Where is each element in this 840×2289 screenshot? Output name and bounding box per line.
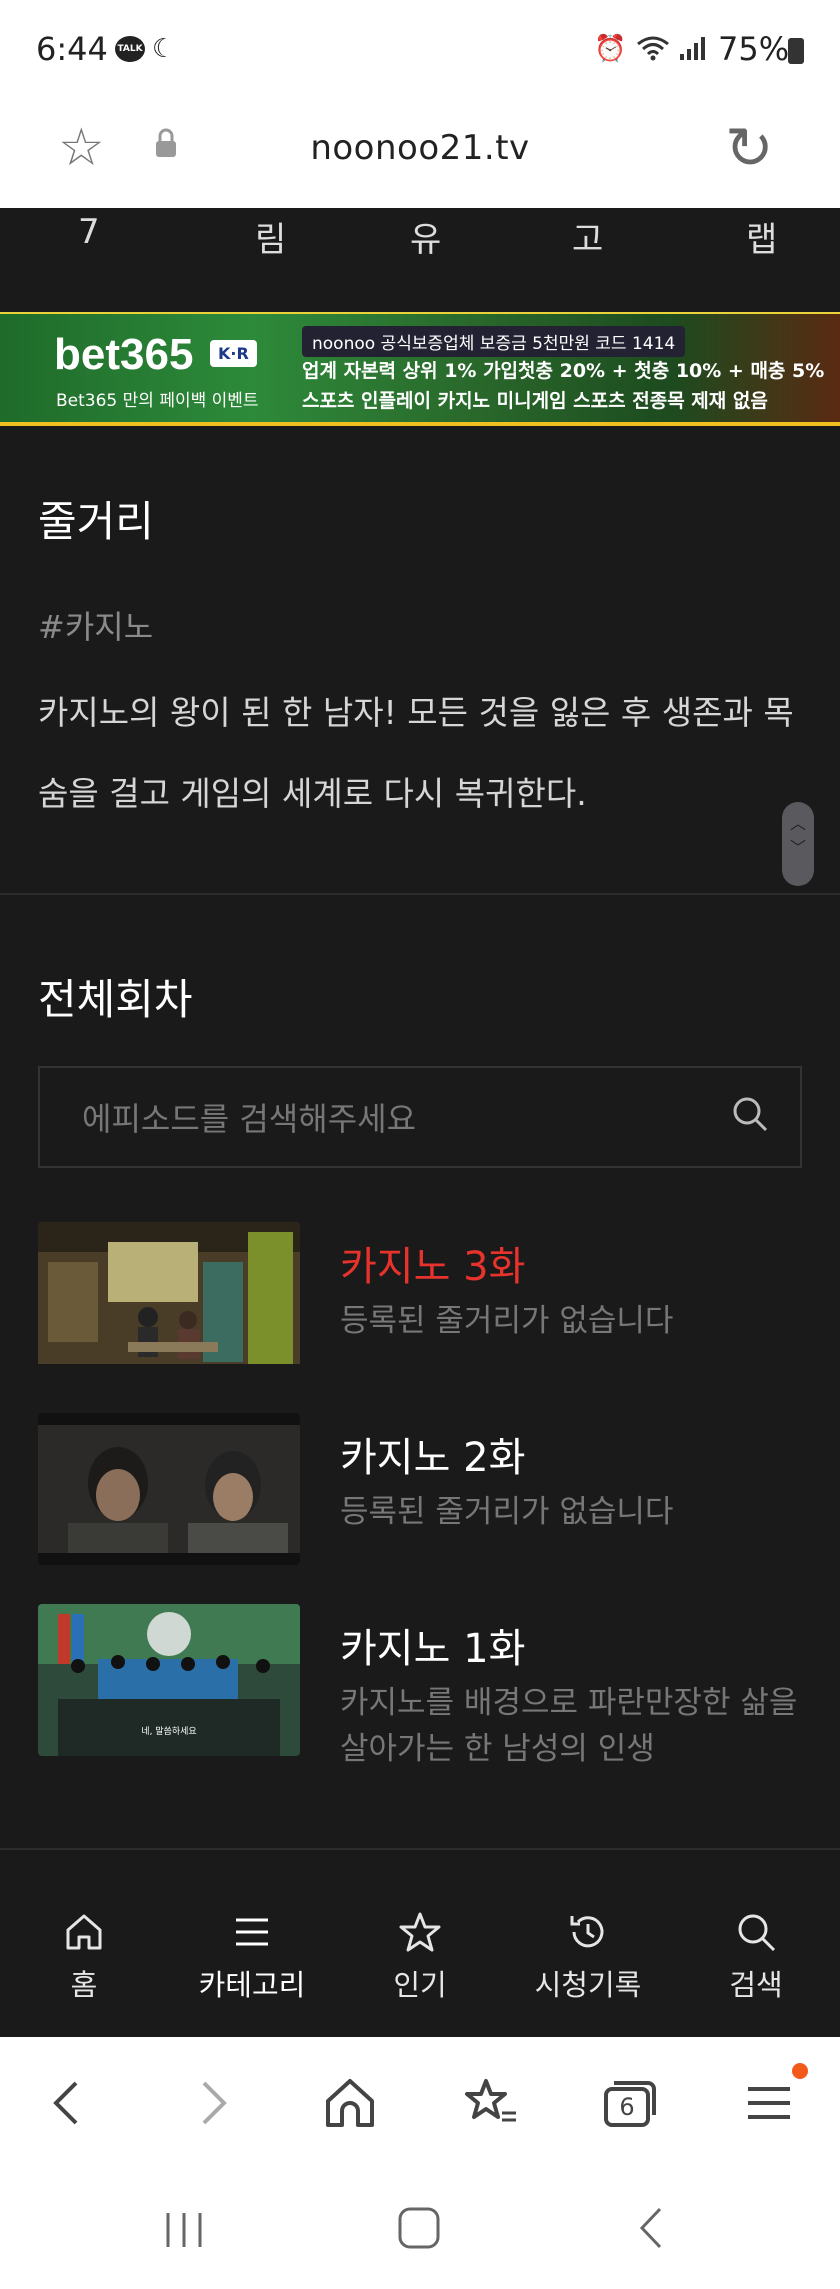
cast-letter: 랩 <box>746 220 778 260</box>
menu-icon <box>748 2087 790 2119</box>
episode-item[interactable]: 네, 말씀하세요 카지노 1화 카지노를 배경으로 파란만장한 삶을 살아가는 … <box>38 1604 802 1776</box>
thumbnail-caption: 네, 말씀하세요 <box>141 1725 196 1737</box>
back-button[interactable] <box>38 2073 98 2133</box>
tab-count: 6 <box>619 2093 635 2121</box>
banner-line-1: noonoo 공식보증업체 보증금 5천만원 코드 1414 <box>302 326 686 357</box>
nav-home[interactable]: 홈 <box>0 1910 168 2004</box>
banner-line-2: 업계 자본력 상위 1% 가입첫충 20% + 첫충 10% + 매충 5% <box>302 360 825 382</box>
divider <box>0 1848 840 1850</box>
episode-search-box <box>38 1066 802 1168</box>
star-icon <box>399 1912 441 1952</box>
banner-subtitle: Bet365 만의 페이백 이벤트 <box>56 391 259 411</box>
back-icon <box>639 2207 662 2249</box>
cast-name-row: 7 림 유 고 랩 <box>0 208 840 268</box>
banner-badge: K·R <box>210 340 257 367</box>
menu-icon <box>236 1918 268 1946</box>
site-bottom-nav: 홈 카테고리 인기 시청기록 검색 <box>0 1880 840 2037</box>
synopsis-title: 줄거리 <box>38 497 154 546</box>
scroll-handle[interactable]: ︿ ﹀ <box>782 802 814 886</box>
status-bar: 6:44 TALK ☾ ⏰ 75% <box>0 0 840 100</box>
tabs-button[interactable]: 6 <box>600 2073 660 2133</box>
banner-logo: bet365 <box>54 330 194 379</box>
wifi-icon <box>636 34 670 69</box>
cast-letter: 유 <box>410 220 442 260</box>
episode-thumbnail[interactable]: 네, 말씀하세요 <box>38 1604 300 1756</box>
battery-icon <box>788 38 804 64</box>
bookmarks-button[interactable] <box>460 2073 520 2133</box>
episode-title[interactable]: 카지노 2화 <box>340 1425 525 1483</box>
nav-history-label: 시청기록 <box>534 1968 642 2002</box>
square-home-icon <box>398 2207 440 2249</box>
episode-thumbnail[interactable] <box>38 1222 300 1374</box>
nav-history[interactable]: 시청기록 <box>504 1910 672 2004</box>
episode-item[interactable]: 카지노 2화 등록된 줄거리가 없습니다 <box>38 1413 802 1585</box>
nav-category[interactable]: 카테고리 <box>168 1910 336 2004</box>
battery-percent: 75% <box>718 30 790 68</box>
signal-icon <box>678 34 708 69</box>
recent-apps-button[interactable] <box>160 2205 210 2255</box>
system-navigation-bar <box>0 2169 840 2289</box>
banner-line-3: 스포츠 인플레이 카지노 미니게임 스포츠 전종목 제재 없음 <box>302 390 768 412</box>
search-icon[interactable] <box>730 1094 770 1134</box>
home-icon <box>326 2079 374 2127</box>
chevron-right-icon <box>202 2081 227 2125</box>
status-time: 6:44 <box>36 30 108 68</box>
cast-letter: 7 <box>78 212 100 252</box>
divider <box>0 893 840 895</box>
cast-letter: 림 <box>255 220 287 260</box>
chevron-down-icon: ﹀ <box>789 838 806 857</box>
chevron-left-icon <box>53 2081 78 2125</box>
browser-toolbar: 6 <box>0 2037 840 2169</box>
nav-category-label: 카테고리 <box>198 1968 306 2002</box>
nav-search-label: 검색 <box>729 1968 783 2002</box>
bookmark-star-icon <box>465 2079 516 2122</box>
notification-dot <box>792 2063 808 2079</box>
browser-menu-button[interactable] <box>740 2063 808 2133</box>
episode-description: 등록된 줄거리가 없습니다 <box>340 1494 674 1530</box>
home-icon <box>66 1914 102 1950</box>
kakaotalk-icon: TALK <box>115 36 145 62</box>
ad-banner[interactable]: bet365 K·R Bet365 만의 페이백 이벤트 noonoo 공식보증… <box>0 312 840 426</box>
reload-icon[interactable]: ↻ <box>725 114 774 182</box>
episode-search-input[interactable] <box>80 1096 724 1142</box>
episode-item[interactable]: 카지노 3화 등록된 줄거리가 없습니다 <box>38 1222 802 1394</box>
episodes-title: 전체회차 <box>38 975 193 1024</box>
synopsis-text: 카지노의 왕이 된 한 남자! 모든 것을 잃은 후 생존과 목숨을 걸고 게임… <box>38 693 794 813</box>
episode-description: 등록된 줄거리가 없습니다 <box>340 1303 674 1339</box>
url-text[interactable]: noonoo21.tv <box>0 128 840 168</box>
episode-thumbnail[interactable] <box>38 1413 300 1565</box>
nav-popular-label: 인기 <box>393 1968 447 2002</box>
history-icon <box>570 1916 604 1948</box>
browser-address-bar: ☆ noonoo21.tv ↻ <box>0 100 840 208</box>
home-button[interactable] <box>320 2073 380 2133</box>
system-home-button[interactable] <box>394 2203 444 2253</box>
cast-letter: 고 <box>572 220 604 260</box>
chevron-up-icon: ︿ <box>789 814 806 833</box>
system-back-button[interactable] <box>628 2203 678 2253</box>
genre-tag[interactable]: #카지노 <box>38 602 153 648</box>
nav-home-label: 홈 <box>70 1968 98 2002</box>
nav-popular[interactable]: 인기 <box>336 1910 504 2004</box>
alarm-icon: ⏰ <box>594 34 627 64</box>
nav-search[interactable]: 검색 <box>672 1910 840 2004</box>
recents-icon <box>166 2213 202 2247</box>
episode-title[interactable]: 카지노 1화 <box>340 1616 525 1674</box>
episode-title[interactable]: 카지노 3화 <box>340 1234 525 1292</box>
moon-icon: ☾ <box>152 34 176 64</box>
episode-description: 카지노를 배경으로 파란만장한 삶을 살아가는 한 남성의 인생 <box>340 1685 798 1767</box>
forward-button[interactable] <box>182 2073 242 2133</box>
search-icon <box>738 1914 776 1952</box>
